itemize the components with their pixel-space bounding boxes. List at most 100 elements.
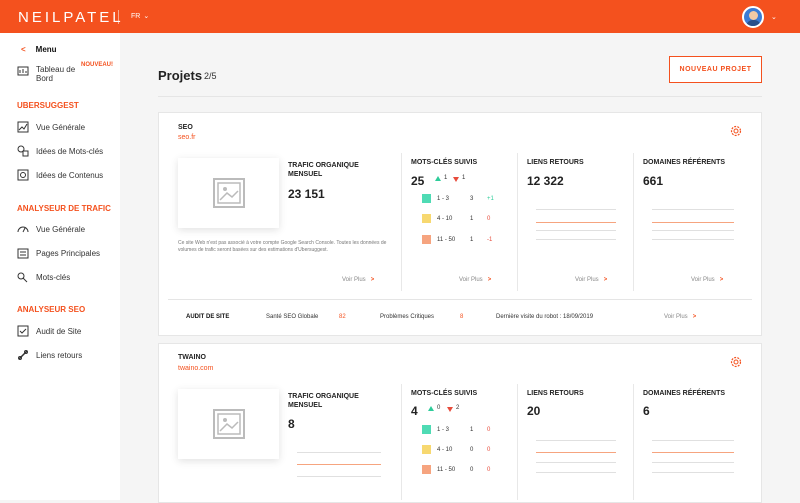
language-selector[interactable]: FR ⌄	[131, 12, 149, 20]
sparkline	[652, 452, 734, 453]
rank-range: 4 - 10	[437, 447, 453, 453]
rank-delta: 0	[487, 467, 491, 473]
backlinks-title: LIENS RETOURS	[527, 159, 584, 166]
project-name[interactable]: TWAINO	[178, 354, 206, 361]
column-divider	[633, 153, 634, 291]
chevron-right-icon: >	[487, 277, 492, 283]
rank-delta: 0	[487, 447, 491, 453]
sparkline	[536, 209, 616, 210]
keywords-down: 2	[456, 405, 460, 411]
arrow-up-icon	[428, 406, 434, 411]
site-thumbnail	[178, 158, 279, 228]
chevron-down-icon: ⌄	[143, 13, 150, 20]
gauge-icon	[17, 223, 29, 235]
sidebar-item-keyword-ideas[interactable]: Idées de Mots-clés	[17, 145, 103, 157]
see-more-link[interactable]: Voir Plus >	[664, 314, 696, 320]
audit-icon	[17, 325, 29, 337]
see-more-label: Voir Plus	[342, 277, 366, 283]
project-name[interactable]: SEO	[178, 124, 193, 131]
gear-icon[interactable]	[729, 124, 743, 138]
brand-logo[interactable]: NEILPATEL	[18, 9, 124, 26]
sparkline	[536, 440, 616, 441]
rank-swatch	[422, 445, 431, 454]
sidebar-item-label: Pages Principales	[36, 248, 101, 258]
keywords-icon	[17, 271, 29, 283]
see-more-link[interactable]: Voir Plus >	[459, 277, 491, 283]
sidebar-item-site-audit[interactable]: Audit de Site	[17, 325, 81, 337]
project-url[interactable]: seo.fr	[178, 134, 196, 141]
new-project-button[interactable]: NOUVEAU PROJET	[669, 56, 762, 83]
audit-label: AUDIT DE SITE	[186, 314, 230, 320]
traffic-title: TRAFIC ORGANIQUE MENSUEL	[288, 393, 359, 409]
menu-back-button[interactable]: < Menu	[21, 45, 57, 54]
backlinks-value: 12 322	[527, 174, 564, 188]
sidebar-section-ubersuggest: UBERSUGGEST	[17, 101, 79, 110]
domains-title: DOMAINES RÉFÉRENTS	[643, 159, 726, 166]
sidebar-item-label: Mots-clés	[36, 272, 71, 282]
project-url[interactable]: twaino.com	[178, 365, 213, 372]
issues-label: Problèmes Critiques	[380, 314, 435, 320]
rank-count: 0	[470, 447, 474, 453]
image-placeholder-icon	[213, 409, 245, 439]
sidebar-item-backlinks[interactable]: Liens retours	[17, 349, 82, 361]
rank-swatch	[422, 214, 431, 223]
sidebar-item-content-ideas[interactable]: Idées de Contenus	[17, 169, 103, 181]
health-value: 82	[339, 314, 346, 320]
rank-range: 4 - 10	[437, 216, 453, 222]
project-count: 2/5	[204, 71, 217, 81]
chevron-right-icon: >	[603, 277, 608, 283]
traffic-value: 8	[288, 417, 295, 431]
sparkline	[536, 222, 616, 223]
see-more-link[interactable]: Voir Plus >	[691, 277, 723, 283]
rank-delta: -1	[487, 237, 493, 243]
sidebar-item-keywords[interactable]: Mots-clés	[17, 271, 70, 283]
divider	[168, 299, 752, 300]
keywords-up: 1	[444, 175, 448, 181]
top-bar: NEILPATEL FR ⌄ ⌄	[0, 0, 800, 33]
chevron-down-icon[interactable]: ⌄	[771, 13, 777, 21]
keyword-ideas-icon	[17, 145, 29, 157]
sidebar-item-label: Vue Générale	[36, 122, 86, 132]
sidebar-item-overview[interactable]: Vue Générale	[17, 121, 85, 133]
sparkline	[652, 222, 734, 223]
content-ideas-icon	[17, 169, 29, 181]
keywords-title: MOTS-CLÉS SUIVIS	[411, 390, 478, 397]
traffic-title: TRAFIC ORGANIQUE MENSUEL	[288, 162, 359, 178]
see-more-link[interactable]: Voir Plus >	[575, 277, 607, 283]
see-more-link[interactable]: Voir Plus >	[342, 277, 374, 283]
sidebar-item-traffic-overview[interactable]: Vue Générale	[17, 223, 85, 235]
rank-count: 1	[470, 216, 474, 222]
domains-value: 6	[643, 404, 650, 418]
column-divider	[517, 153, 518, 291]
gear-icon[interactable]	[729, 355, 743, 369]
keywords-down: 1	[462, 175, 466, 181]
traffic-value: 23 151	[288, 187, 325, 201]
column-divider	[633, 384, 634, 500]
health-label: Santé SEO Globale	[266, 314, 319, 320]
sparkline	[652, 440, 734, 441]
rank-delta: +1	[487, 196, 494, 202]
image-placeholder-icon	[213, 178, 245, 208]
rank-swatch	[422, 465, 431, 474]
last-crawl: Dernière visite du robot : 18/09/2019	[496, 314, 594, 320]
sidebar-item-label: Tableau de Bord	[36, 65, 76, 83]
avatar[interactable]	[742, 6, 764, 28]
sparkline	[536, 462, 616, 463]
sparkline	[536, 230, 616, 231]
keywords-value: 25	[411, 174, 425, 188]
sparkline	[652, 472, 734, 473]
sparkline	[536, 239, 616, 240]
column-divider	[401, 153, 402, 291]
pages-icon	[17, 247, 29, 259]
arrow-up-icon	[435, 176, 441, 181]
page-title: Projets	[158, 68, 203, 83]
rank-range: 11 - 50	[437, 467, 456, 473]
rank-delta: 0	[487, 427, 491, 433]
sidebar-item-top-pages[interactable]: Pages Principales	[17, 247, 100, 259]
chevron-right-icon: >	[719, 277, 724, 283]
keywords-title: MOTS-CLÉS SUIVIS	[411, 159, 478, 166]
link-icon	[17, 349, 29, 361]
sparkline	[652, 209, 734, 210]
sidebar-item-dashboard[interactable]: Tableau de Bord	[17, 65, 89, 83]
header-divider	[118, 10, 119, 24]
